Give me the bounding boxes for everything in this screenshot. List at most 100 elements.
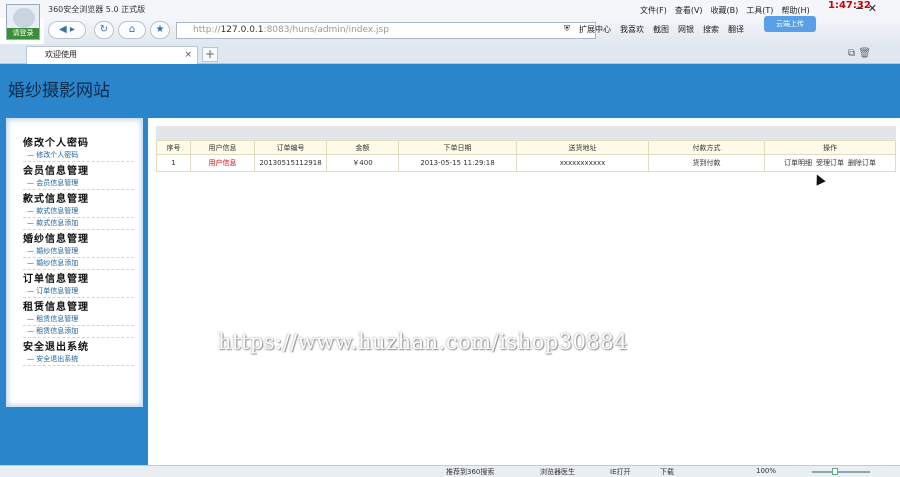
cell-address: xxxxxxxxxxx	[516, 154, 649, 172]
recommend-360-search[interactable]: 推荐到360搜索	[446, 467, 494, 477]
user-avatar[interactable]: 请登录	[6, 4, 40, 40]
order-detail-link[interactable]: 订单明细	[784, 159, 812, 167]
address-path: :8083/huns/admin/index.jsp	[263, 25, 389, 35]
cell-order-no: 20130515112918	[254, 154, 327, 172]
star-icon: ★	[155, 24, 165, 35]
tab-tools-icon[interactable]: ⧉ 🗑	[848, 48, 871, 59]
cell-payment: 货到付款	[648, 154, 765, 172]
sidebar-heading: 租赁信息管理	[23, 302, 89, 313]
download-button[interactable]: 下载	[660, 467, 674, 477]
refresh-button[interactable]: ↻	[94, 21, 114, 39]
login-button[interactable]: 请登录	[7, 28, 39, 39]
menu-favorites[interactable]: 收藏(B)	[711, 5, 739, 16]
col-address: 送货地址	[516, 140, 649, 155]
extension-center-button[interactable]: 扩展中心	[579, 24, 611, 35]
refresh-icon: ↻	[99, 24, 109, 35]
sidebar-link[interactable]: — 婚纱信息管理	[23, 246, 134, 258]
sidebar-link[interactable]: — 租赁信息添加	[23, 326, 134, 338]
sidebar-group-orders: 订单信息管理 — 订单信息管理	[23, 273, 134, 298]
sidebar-link[interactable]: — 款式信息添加	[23, 218, 134, 230]
close-window-icon[interactable]: ✕	[868, 2, 877, 15]
back-arrow-icon[interactable]: ◀	[59, 24, 67, 35]
minimize-icon[interactable]: −	[855, 2, 864, 15]
open-in-ie[interactable]: IE打开	[610, 467, 631, 477]
zoom-slider-knob[interactable]	[832, 468, 838, 475]
watermark-text: https://www.huzhan.com/ishop30884	[218, 330, 629, 354]
orders-table: 序号 用户信息 订单编号 金额 下单日期 送货地址 付款方式 操作 1 用户信息…	[156, 140, 896, 172]
menu-view[interactable]: 查看(V)	[675, 5, 703, 16]
menu-tools[interactable]: 工具(T)	[746, 5, 773, 16]
browser-app-name: 360安全浏览器 5.0 正式版	[48, 5, 146, 14]
zoom-slider[interactable]	[812, 471, 870, 473]
tab-close-icon[interactable]: ×	[184, 47, 192, 63]
ebank-button[interactable]: 网银	[678, 24, 694, 35]
browser-toolbar: ⛨ 扩展中心 我喜欢 截图 网银 搜索 翻译	[564, 24, 744, 35]
address-bar[interactable]: http://127.0.0.1:8083/huns/admin/index.j…	[176, 22, 596, 39]
cloud-upload-tooltip[interactable]: 云端上传	[764, 16, 816, 32]
user-info-link[interactable]: 用户信息	[190, 154, 255, 172]
browser-doctor[interactable]: 浏览器医生	[540, 467, 575, 477]
sidebar-link[interactable]: — 会员信息管理	[23, 178, 134, 190]
table-caption-bar	[156, 126, 896, 140]
home-icon: ⌂	[128, 24, 136, 35]
cell-date: 2013-05-15 11:29:18	[398, 154, 517, 172]
back-forward-button[interactable]: ◀ ▸	[48, 21, 86, 39]
sidebar-link[interactable]: — 租赁信息管理	[23, 314, 134, 326]
menu-file[interactable]: 文件(F)	[640, 5, 667, 16]
col-payment: 付款方式	[648, 140, 765, 155]
col-user: 用户信息	[190, 140, 255, 155]
favorite-button[interactable]: ★	[150, 21, 170, 39]
col-order-no: 订单编号	[254, 140, 327, 155]
menu-help[interactable]: 帮助(H)	[781, 5, 809, 16]
search-button[interactable]: 搜索	[703, 24, 719, 35]
home-button[interactable]: ⌂	[118, 21, 146, 39]
zoom-level[interactable]: 100%	[756, 467, 776, 475]
tab-title: 欢迎使用	[45, 50, 77, 59]
shield-icon[interactable]: ⛨	[564, 24, 570, 35]
sidebar-group-logout: 安全退出系统 — 安全退出系统	[23, 341, 134, 366]
avatar-face-icon	[13, 8, 35, 28]
page-content-area: 婚纱摄影网站 修改个人密码 — 修改个人密码 会员信息管理 — 会员信息管理 款…	[0, 64, 900, 465]
admin-sidebar: 修改个人密码 — 修改个人密码 会员信息管理 — 会员信息管理 款式信息管理 —…	[6, 118, 143, 407]
main-content: 序号 用户信息 订单编号 金额 下单日期 送货地址 付款方式 操作 1 用户信息…	[148, 118, 900, 465]
screenshot-button[interactable]: 截图	[653, 24, 669, 35]
table-row: 1 用户信息 20130515112918 ￥400 2013-05-15 11…	[156, 154, 896, 172]
table-header-row: 序号 用户信息 订单编号 金额 下单日期 送货地址 付款方式 操作	[156, 140, 896, 155]
accept-order-link[interactable]: 受理订单	[816, 159, 844, 167]
browser-menu-bar: 文件(F) 查看(V) 收藏(B) 工具(T) 帮助(H)	[640, 5, 810, 16]
sidebar-link[interactable]: — 婚纱信息添加	[23, 258, 134, 270]
col-date: 下单日期	[398, 140, 517, 155]
sidebar-group-styles: 款式信息管理 — 款式信息管理 — 款式信息添加	[23, 193, 134, 230]
forward-arrow-icon[interactable]: ▸	[70, 24, 75, 35]
tab-welcome[interactable]: 欢迎使用 ×	[26, 46, 198, 64]
cell-operations: 订单明细 受理订单 删除订单	[764, 154, 896, 172]
sidebar-heading: 修改个人密码	[23, 138, 89, 149]
sidebar-link[interactable]: — 修改个人密码	[23, 150, 134, 162]
cell-amount: ￥400	[326, 154, 399, 172]
browser-statusbar: 推荐到360搜索 浏览器医生 IE打开 下载 100%	[0, 465, 900, 477]
sidebar-heading: 订单信息管理	[23, 274, 89, 285]
new-tab-button[interactable]: +	[202, 47, 218, 62]
sidebar-link[interactable]: — 安全退出系统	[23, 354, 134, 366]
sidebar-group-password: 修改个人密码 — 修改个人密码	[23, 137, 134, 162]
sidebar-heading: 安全退出系统	[23, 342, 89, 353]
delete-order-link[interactable]: 删除订单	[848, 159, 876, 167]
address-prefix: http://	[193, 25, 221, 35]
tab-bar: 欢迎使用 × + ⧉ 🗑	[0, 44, 900, 64]
col-amount: 金额	[326, 140, 399, 155]
sidebar-link[interactable]: — 订单信息管理	[23, 286, 134, 298]
cell-index: 1	[156, 154, 191, 172]
address-host: 127.0.0.1	[220, 25, 264, 35]
sidebar-heading: 会员信息管理	[23, 166, 89, 177]
favorite-like-button[interactable]: 我喜欢	[620, 24, 644, 35]
sidebar-group-rentals: 租赁信息管理 — 租赁信息管理 — 租赁信息添加	[23, 301, 134, 338]
sidebar-group-dresses: 婚纱信息管理 — 婚纱信息管理 — 婚纱信息添加	[23, 233, 134, 270]
sidebar-group-members: 会员信息管理 — 会员信息管理	[23, 165, 134, 190]
col-operations: 操作	[764, 140, 896, 155]
sidebar-heading: 婚纱信息管理	[23, 234, 89, 245]
sidebar-link[interactable]: — 款式信息管理	[23, 206, 134, 218]
translate-button[interactable]: 翻译	[728, 24, 744, 35]
sidebar-heading: 款式信息管理	[23, 194, 89, 205]
col-index: 序号	[156, 140, 191, 155]
window-buttons: − ✕	[855, 2, 877, 15]
